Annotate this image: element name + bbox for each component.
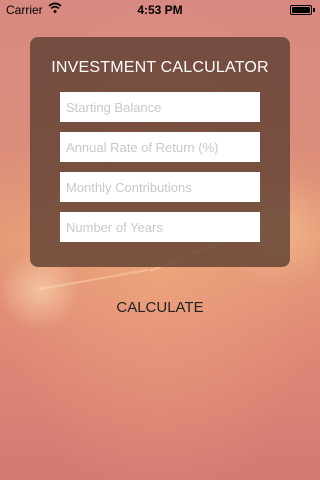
- battery-icon: [290, 5, 312, 15]
- background-line: [39, 268, 149, 290]
- starting-balance-input[interactable]: [60, 92, 260, 122]
- battery-tip: [313, 8, 315, 12]
- annual-rate-input[interactable]: [60, 132, 260, 162]
- monthly-contributions-input[interactable]: [60, 172, 260, 202]
- status-bar: Carrier 4:53 PM: [0, 0, 320, 20]
- status-time: 4:53 PM: [137, 3, 183, 17]
- calculate-button[interactable]: CALCULATE: [90, 296, 230, 320]
- panel-title: INVESTMENT CALCULATOR: [51, 59, 269, 76]
- number-of-years-input[interactable]: [60, 212, 260, 242]
- calculator-panel: INVESTMENT CALCULATOR: [30, 37, 290, 267]
